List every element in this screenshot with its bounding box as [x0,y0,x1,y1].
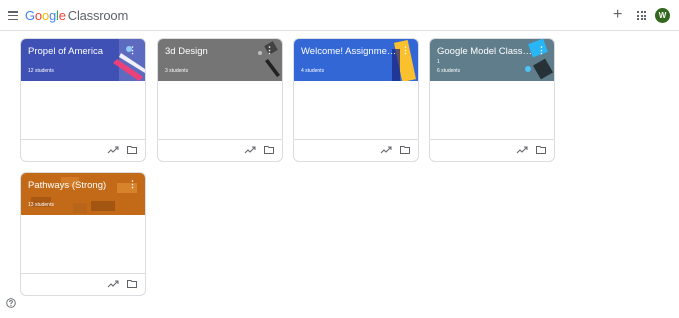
card-footer [430,139,554,161]
logo-letter: o [34,8,42,23]
logo-product-name: Classroom [67,8,129,23]
card-title[interactable]: Google Model Classr... [437,46,533,57]
trend-icon[interactable] [244,145,256,155]
folder-icon[interactable] [127,280,137,288]
class-card[interactable]: 3d Design 3 students ⋮ [157,38,283,162]
trend-icon[interactable] [516,145,528,155]
trend-icon[interactable] [380,145,392,155]
more-vert-icon[interactable]: ⋮ [265,46,274,55]
page: Google Classroom + W Propel of America 12… [0,0,679,318]
card-footer [21,139,145,161]
trend-icon[interactable] [107,145,119,155]
logo-letter: e [58,8,66,23]
card-student-count: 3 students [165,68,189,74]
class-card[interactable]: Pathways (Strong) 13 students ⋮ [20,172,146,296]
app-logo[interactable]: Google Classroom [25,8,128,23]
card-student-count: 12 students [28,68,54,74]
more-vert-icon[interactable]: ⋮ [537,46,546,55]
trend-icon[interactable] [107,279,119,289]
class-card[interactable]: Propel of America 12 students ⋮ [20,38,146,162]
card-title[interactable]: 3d Design [165,46,208,57]
card-title[interactable]: Welcome! Assignmen... [301,46,397,57]
top-app-bar: Google Classroom + W [0,0,679,31]
more-vert-icon[interactable]: ⋮ [401,46,410,55]
folder-icon[interactable] [536,146,546,154]
logo-letter: g [48,8,57,23]
card-header[interactable]: 3d Design 3 students ⋮ [158,39,282,81]
card-student-count: 6 students [437,68,461,74]
card-title[interactable]: Pathways (Strong) [28,180,106,191]
card-title[interactable]: Propel of America [28,46,103,57]
help-icon[interactable] [6,298,16,308]
class-card[interactable]: Welcome! Assignmen... 4 students ⋮ [293,38,419,162]
card-header-illustration [113,39,145,81]
plus-icon[interactable]: + [613,7,622,23]
card-footer [158,139,282,161]
more-vert-icon[interactable]: ⋮ [128,46,137,55]
card-header[interactable]: Google Model Classr... 1 6 students ⋮ [430,39,554,81]
folder-icon[interactable] [127,146,137,154]
folder-icon[interactable] [400,146,410,154]
card-header[interactable]: Propel of America 12 students ⋮ [21,39,145,81]
card-student-count: 4 students [301,68,325,74]
card-footer [294,139,418,161]
card-footer [21,273,145,295]
class-card[interactable]: Google Model Classr... 1 6 students ⋮ [429,38,555,162]
card-student-count: 13 students [28,202,54,208]
avatar[interactable]: W [655,8,670,23]
card-header[interactable]: Welcome! Assignmen... 4 students ⋮ [294,39,418,81]
menu-icon[interactable] [8,11,18,21]
card-header-illustration [258,41,280,77]
logo-letter: G [25,8,35,23]
card-header[interactable]: Pathways (Strong) 13 students ⋮ [21,173,145,215]
card-section: 1 [437,59,440,65]
more-vert-icon[interactable]: ⋮ [128,180,137,189]
logo-letter: o [41,8,49,23]
folder-icon[interactable] [264,146,274,154]
apps-icon[interactable] [637,11,646,20]
